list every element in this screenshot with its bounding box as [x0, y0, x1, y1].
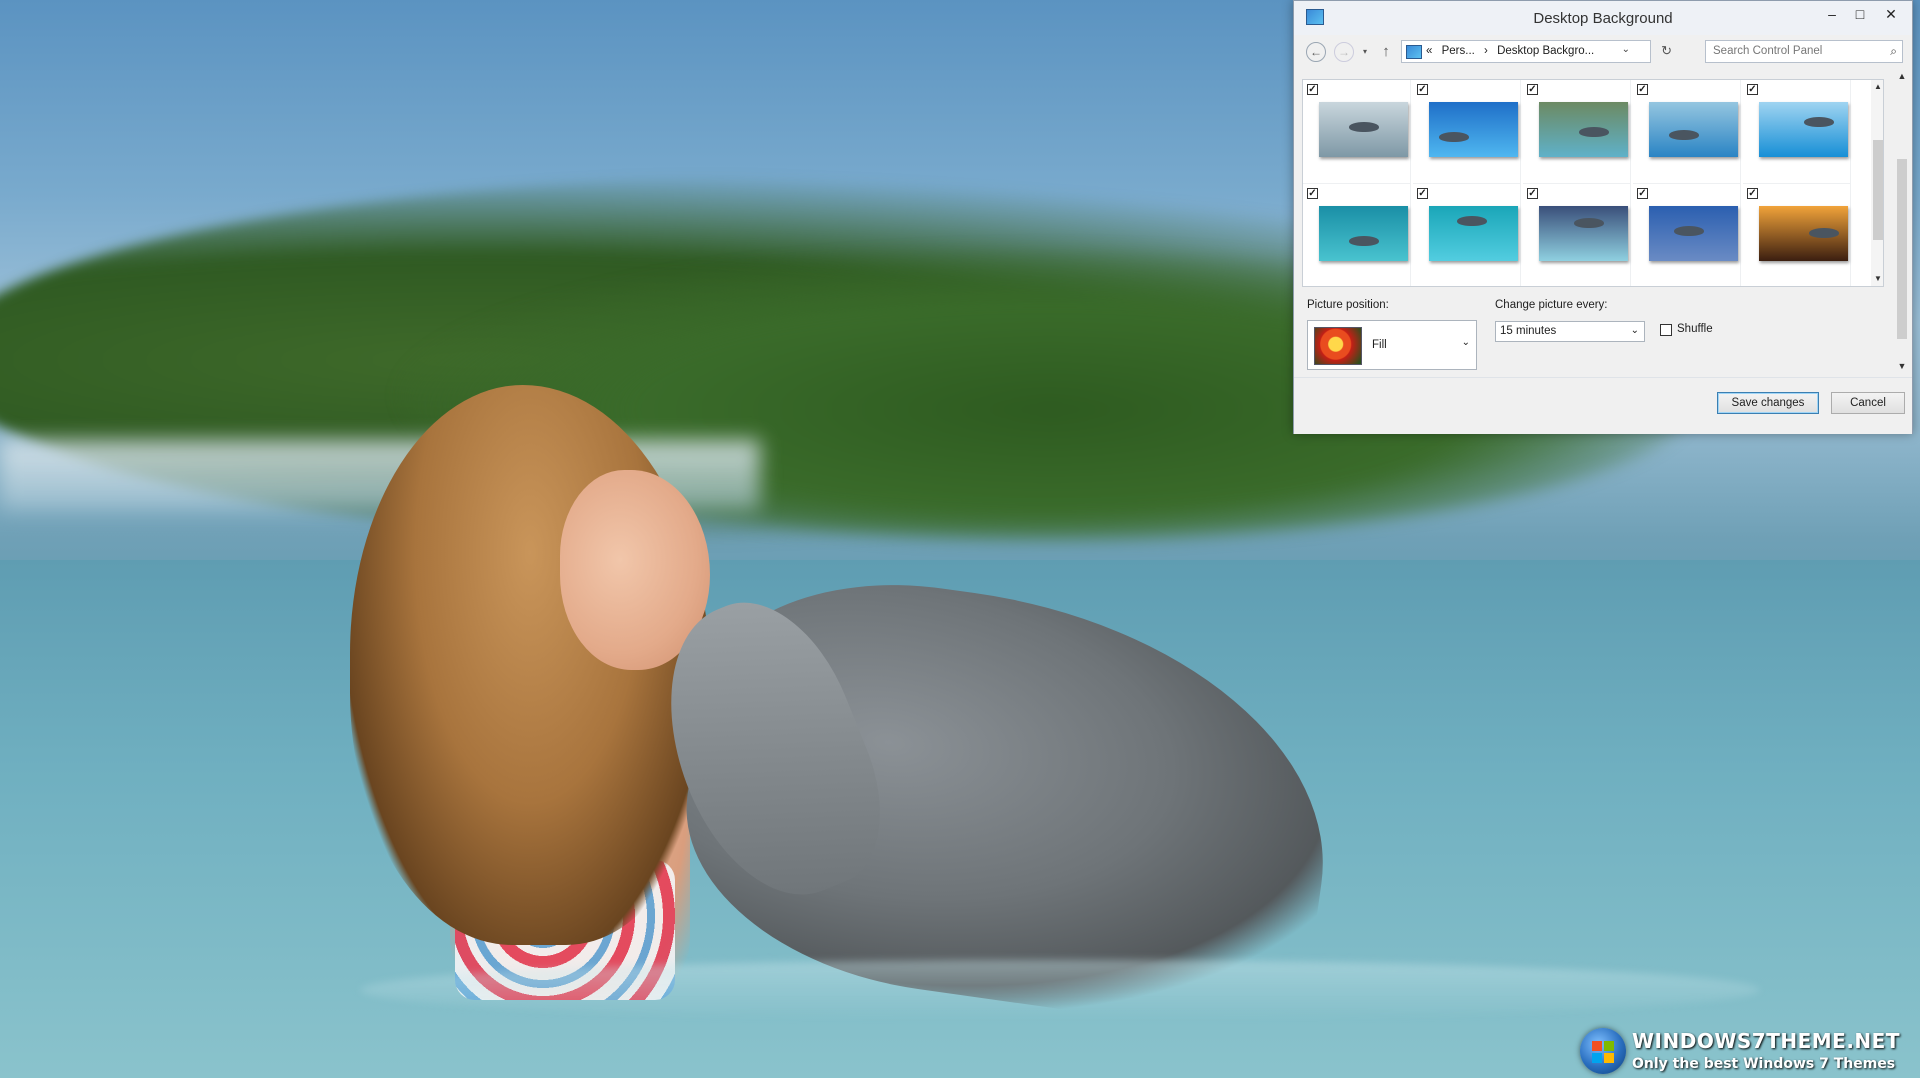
- thumbnail-checkbox[interactable]: ✓: [1307, 84, 1318, 95]
- thumbnail-image[interactable]: [1649, 206, 1738, 261]
- dolphin-shape: [1349, 122, 1379, 132]
- refresh-icon[interactable]: ↻: [1661, 43, 1672, 59]
- dolphin-shape: [1674, 226, 1704, 236]
- title-bar[interactable]: Desktop Background – □ ✕: [1294, 1, 1912, 35]
- thumbnail-checkbox[interactable]: ✓: [1307, 188, 1318, 199]
- thumbnail-image[interactable]: [1759, 102, 1848, 157]
- window-scroll-thumb[interactable]: [1897, 159, 1907, 339]
- window-scroll-up-icon[interactable]: ▲: [1894, 71, 1910, 81]
- wallpaper-thumbnail[interactable]: ✓: [1303, 80, 1411, 184]
- dolphin-shape: [1579, 127, 1609, 137]
- address-bar[interactable]: « Pers... › Desktop Backgro... ⌄ ↻: [1401, 40, 1672, 63]
- back-arrow-icon[interactable]: ←: [1306, 42, 1326, 62]
- wallpaper-ripple: [360, 960, 1760, 1020]
- picture-position-select[interactable]: Fill ⌄: [1307, 320, 1477, 370]
- cancel-button[interactable]: Cancel: [1831, 392, 1905, 414]
- dialog-footer: Save changes Cancel: [1294, 377, 1912, 434]
- thumbnail-image[interactable]: [1319, 206, 1408, 261]
- wallpaper-thumbnail[interactable]: ✓: [1413, 80, 1521, 184]
- change-picture-value: 15 minutes: [1500, 325, 1557, 337]
- address-dropdown-icon[interactable]: ⌄: [1622, 44, 1630, 55]
- search-icon[interactable]: ⌕: [1890, 44, 1897, 59]
- dolphin-shape: [1804, 117, 1834, 127]
- save-changes-button[interactable]: Save changes: [1717, 392, 1819, 414]
- logo-tagline: Only the best Windows 7 Themes: [1632, 1056, 1896, 1072]
- wallpaper-thumbnail[interactable]: ✓: [1633, 80, 1741, 184]
- wallpaper-thumbnail[interactable]: ✓: [1743, 80, 1851, 184]
- window-scroll-down-icon[interactable]: ▼: [1894, 361, 1910, 371]
- search-placeholder: Search Control Panel: [1713, 45, 1823, 57]
- breadcrumb-overflow[interactable]: «: [1426, 45, 1432, 57]
- thumbnail-checkbox[interactable]: ✓: [1637, 188, 1648, 199]
- control-panel-small-icon: [1406, 45, 1422, 59]
- thumbnail-image[interactable]: [1429, 206, 1518, 261]
- forward-arrow-icon[interactable]: →: [1334, 42, 1354, 62]
- change-picture-label: Change picture every:: [1495, 299, 1608, 311]
- minimize-button[interactable]: –: [1818, 3, 1846, 25]
- chevron-down-icon: ⌄: [1461, 337, 1470, 348]
- wallpaper-thumbnail[interactable]: ✓: [1743, 184, 1851, 286]
- grid-scrollbar[interactable]: ▲ ▼: [1871, 80, 1883, 286]
- wallpaper-thumbnail[interactable]: ✓: [1523, 184, 1631, 286]
- logo-text: WINDOWS7THEME.NET: [1632, 1029, 1900, 1053]
- navigation-bar: ← → ▾ ↑ « Pers... › Desktop Backgro... ⌄…: [1302, 37, 1904, 67]
- recent-locations-icon[interactable]: ▾: [1360, 47, 1370, 57]
- windows-orb-icon: [1580, 1028, 1626, 1074]
- thumbnail-checkbox[interactable]: ✓: [1527, 188, 1538, 199]
- change-picture-select[interactable]: 15 minutes ⌄: [1495, 321, 1645, 342]
- wallpaper-thumbnail[interactable]: ✓: [1303, 184, 1411, 286]
- thumbnail-image[interactable]: [1649, 102, 1738, 157]
- breadcrumb: « Pers... › Desktop Backgro...: [1426, 45, 1600, 57]
- shuffle-checkbox[interactable]: [1660, 324, 1672, 336]
- thumbnail-image[interactable]: [1319, 102, 1408, 157]
- scroll-thumb[interactable]: [1873, 140, 1883, 240]
- thumbnail-checkbox[interactable]: ✓: [1747, 188, 1758, 199]
- thumbnail-image[interactable]: [1539, 102, 1628, 157]
- scroll-down-icon[interactable]: ▼: [1871, 274, 1883, 283]
- thumbnail-checkbox[interactable]: ✓: [1527, 84, 1538, 95]
- dolphin-shape: [1669, 130, 1699, 140]
- search-input[interactable]: Search Control Panel ⌕: [1705, 40, 1903, 63]
- dolphin-shape: [1574, 218, 1604, 228]
- breadcrumb-personalization[interactable]: Pers...: [1442, 45, 1475, 57]
- thumbnail-checkbox[interactable]: ✓: [1417, 188, 1428, 199]
- up-arrow-icon[interactable]: ↑: [1376, 43, 1396, 63]
- picture-position-label: Picture position:: [1307, 299, 1389, 311]
- fill-preview-icon: [1314, 327, 1362, 365]
- thumbnail-image[interactable]: [1539, 206, 1628, 261]
- wallpaper-thumbnail[interactable]: ✓: [1413, 184, 1521, 286]
- wallpaper-grid: ✓ ✓ ✓ ✓ ✓ ✓ ✓ ✓ ✓ ✓ ▲ ▼: [1302, 79, 1884, 287]
- breadcrumb-desktop-background[interactable]: Desktop Backgro...: [1497, 45, 1594, 57]
- maximize-button[interactable]: □: [1846, 3, 1874, 25]
- dolphin-shape: [1439, 132, 1469, 142]
- thumbnail-image[interactable]: [1759, 206, 1848, 261]
- desktop-background-window: Desktop Background – □ ✕ ← → ▾ ↑ « Pers.…: [1293, 0, 1913, 434]
- dolphin-shape: [1457, 216, 1487, 226]
- wallpaper-thumbnail[interactable]: ✓: [1523, 80, 1631, 184]
- shuffle-label[interactable]: Shuffle: [1677, 323, 1713, 335]
- breadcrumb-separator[interactable]: ›: [1484, 45, 1488, 57]
- dolphin-shape: [1809, 228, 1839, 238]
- thumbnail-checkbox[interactable]: ✓: [1747, 84, 1758, 95]
- thumbnail-checkbox[interactable]: ✓: [1417, 84, 1428, 95]
- chevron-down-icon: ⌄: [1630, 325, 1639, 336]
- scroll-up-icon[interactable]: ▲: [1871, 82, 1883, 91]
- thumbnail-checkbox[interactable]: ✓: [1637, 84, 1648, 95]
- dolphin-shape: [1349, 236, 1379, 246]
- thumbnail-image[interactable]: [1429, 102, 1518, 157]
- close-button[interactable]: ✕: [1874, 3, 1908, 25]
- windows7theme-logo: WINDOWS7THEME.NET Only the best Windows …: [1580, 1026, 1900, 1078]
- window-scrollbar[interactable]: ▲ ▼: [1894, 69, 1910, 375]
- picture-position-value: Fill: [1372, 339, 1387, 351]
- wallpaper-thumbnail[interactable]: ✓: [1633, 184, 1741, 286]
